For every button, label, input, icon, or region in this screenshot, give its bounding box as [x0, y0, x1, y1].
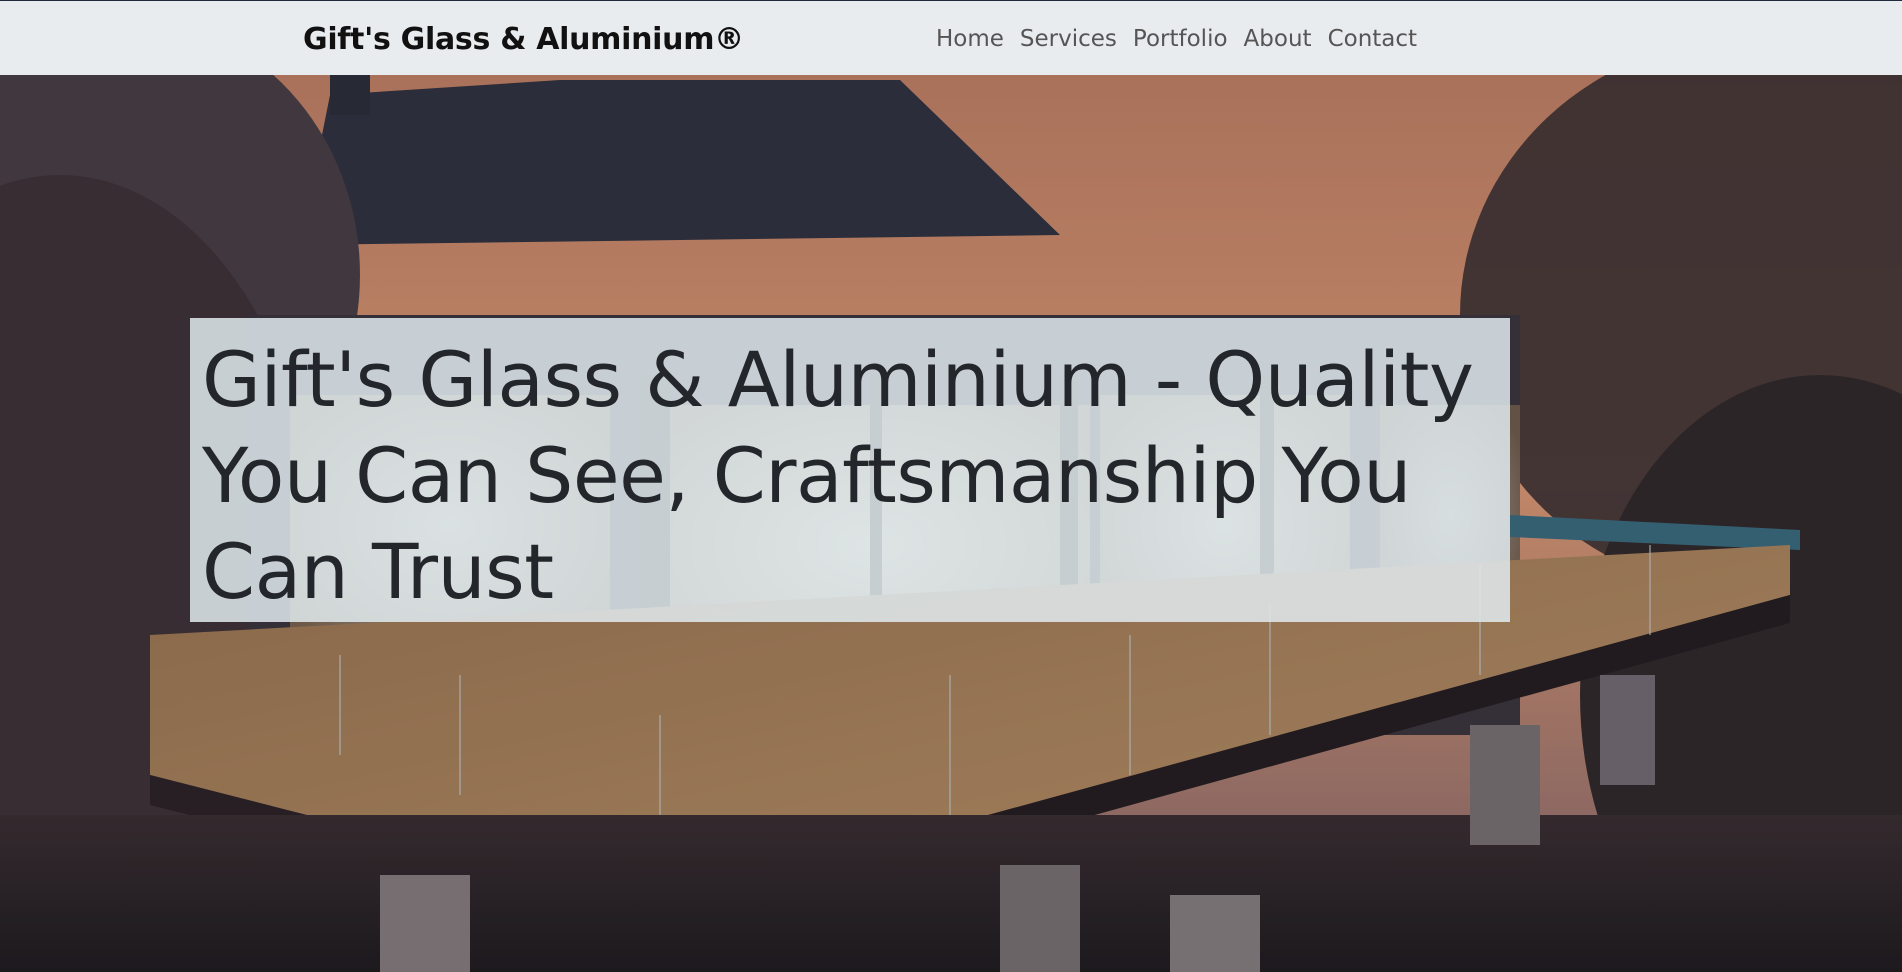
brand-logo-text[interactable]: Gift's Glass & Aluminium® — [303, 22, 744, 57]
hero-section: Gift's Glass & Aluminium - Quality You C… — [0, 75, 1902, 972]
main-nav: Home Services Portfolio About Contact — [936, 26, 1417, 52]
nav-home-link[interactable]: Home — [936, 26, 1004, 52]
nav-contact-link[interactable]: Contact — [1328, 26, 1417, 52]
hero-headline-box: Gift's Glass & Aluminium - Quality You C… — [190, 318, 1510, 622]
hero-headline: Gift's Glass & Aluminium - Quality You C… — [202, 335, 1474, 616]
nav-services-link[interactable]: Services — [1020, 26, 1117, 52]
top-navbar: Gift's Glass & Aluminium® Home Services … — [0, 0, 1902, 75]
nav-portfolio-link[interactable]: Portfolio — [1133, 26, 1228, 52]
nav-about-link[interactable]: About — [1244, 26, 1312, 52]
